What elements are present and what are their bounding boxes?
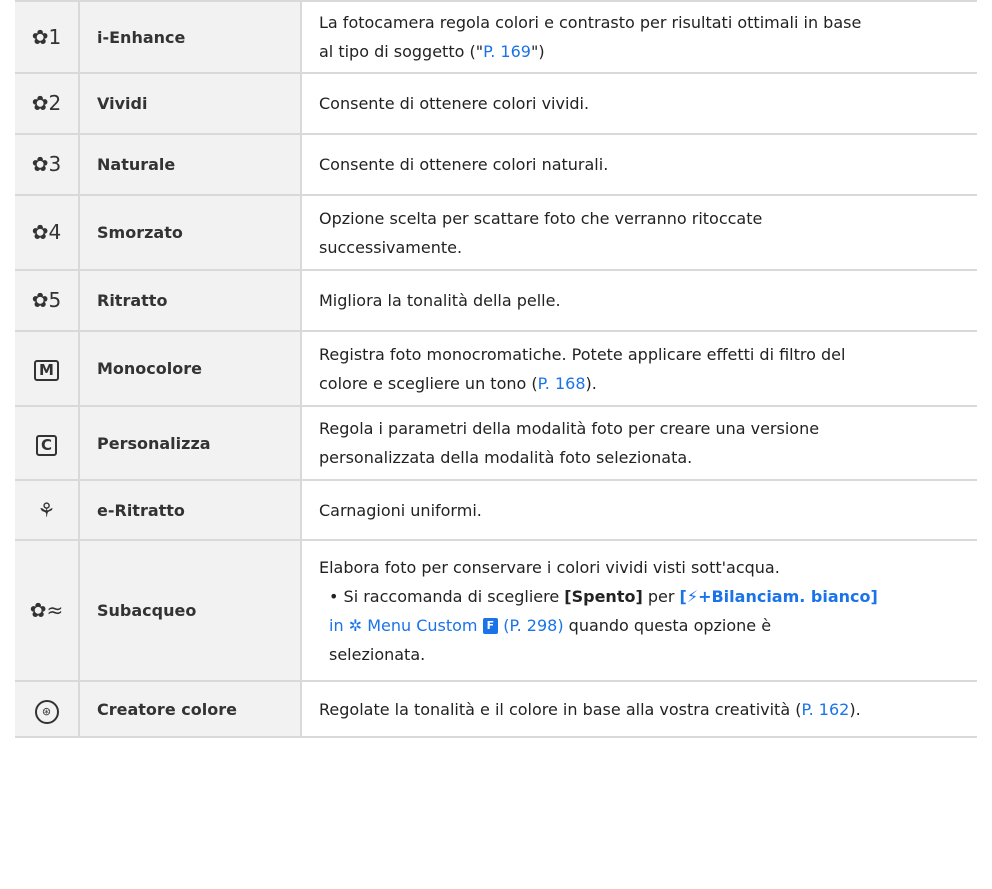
color-creator-icon: ⊛ xyxy=(15,681,80,738)
picture-mode-table: ✿1 i-Enhance La fotocamera regola colori… xyxy=(15,0,977,738)
mode-name: Creatore colore xyxy=(79,681,302,738)
page-link[interactable]: P. 168 xyxy=(538,374,586,393)
table-row: ✿≈ Subacqueo Elabora foto per conservare… xyxy=(15,540,977,682)
menu-link[interactable]: Menu Custom xyxy=(367,616,477,635)
mode-name: Smorzato xyxy=(79,195,302,271)
picture-mode-5-icon: ✿5 xyxy=(15,270,80,332)
page-link[interactable]: P. 162 xyxy=(801,700,849,719)
mode-name: e-Ritratto xyxy=(79,480,302,541)
mode-description: Elabora foto per conservare i colori viv… xyxy=(301,540,977,682)
e-portrait-icon: ⚘ xyxy=(15,480,80,541)
mode-name: Personalizza xyxy=(79,406,302,481)
setting-link[interactable]: [⚡+Bilanciam. bianco] xyxy=(680,587,878,606)
table-row: ✿3 Naturale Consente di ottenere colori … xyxy=(15,134,977,196)
gear-icon: ✲ xyxy=(348,615,363,635)
mode-description: La fotocamera regola colori e contrasto … xyxy=(301,0,977,74)
menu-f-badge: F xyxy=(482,617,499,634)
mode-description: Consente di ottenere colori vividi. xyxy=(301,73,977,135)
table-row: ✿2 Vividi Consente di ottenere colori vi… xyxy=(15,73,977,135)
page-link[interactable]: P. 169 xyxy=(483,42,531,61)
mode-description: Carnagioni uniformi. xyxy=(301,480,977,541)
mode-description: Registra foto monocromatiche. Potete app… xyxy=(301,331,977,407)
picture-mode-3-icon: ✿3 xyxy=(15,134,80,196)
underwater-icon: ✿≈ xyxy=(15,540,80,682)
mode-description: Consente di ottenere colori naturali. xyxy=(301,134,977,196)
mode-description: Regolate la tonalità e il colore in base… xyxy=(301,681,977,738)
mode-description: Regola i parametri della modalità foto p… xyxy=(301,406,977,481)
picture-mode-1-icon: ✿1 xyxy=(15,0,80,74)
picture-mode-4-icon: ✿4 xyxy=(15,195,80,271)
table-row: ⊛ Creatore colore Regolate la tonalità e… xyxy=(15,681,977,738)
table-row: ⚘ e-Ritratto Carnagioni uniformi. xyxy=(15,480,977,541)
mode-name: Subacqueo xyxy=(79,540,302,682)
table-row: ✿5 Ritratto Migliora la tonalità della p… xyxy=(15,270,977,332)
flash-icon: ⚡ xyxy=(686,586,699,606)
mode-description: Migliora la tonalità della pelle. xyxy=(301,270,977,332)
table-row: C Personalizza Regola i parametri della … xyxy=(15,406,977,481)
mode-description: Opzione scelta per scattare foto che ver… xyxy=(301,195,977,271)
mode-name: i-Enhance xyxy=(79,0,302,74)
mode-name: Ritratto xyxy=(79,270,302,332)
picture-mode-2-icon: ✿2 xyxy=(15,73,80,135)
monotone-icon: M xyxy=(15,331,80,407)
mode-name: Vividi xyxy=(79,73,302,135)
mode-name: Naturale xyxy=(79,134,302,196)
table-row: ✿4 Smorzato Opzione scelta per scattare … xyxy=(15,195,977,271)
mode-name: Monocolore xyxy=(79,331,302,407)
table-row: ✿1 i-Enhance La fotocamera regola colori… xyxy=(15,0,977,74)
page-link[interactable]: (P. 298) xyxy=(503,616,563,635)
custom-icon: C xyxy=(15,406,80,481)
table-row: M Monocolore Registra foto monocromatich… xyxy=(15,331,977,407)
